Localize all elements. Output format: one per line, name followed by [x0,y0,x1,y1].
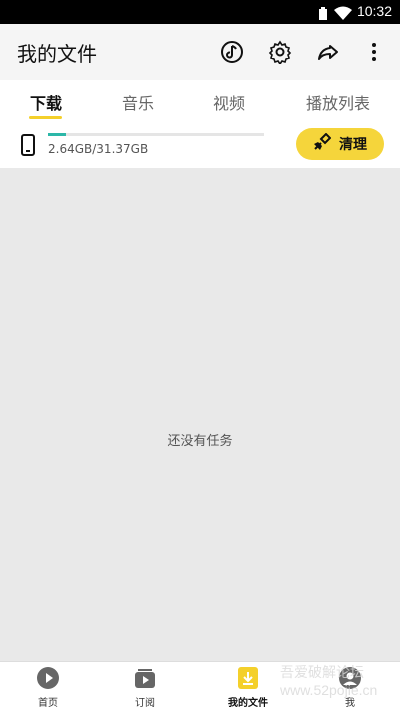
watermark-line1: 吾爱破解论坛 [280,664,364,680]
broom-icon [313,132,332,155]
page-title: 我的文件 [17,42,97,66]
download-file-icon [236,666,260,690]
nav-my-files[interactable]: 我的文件 [218,666,278,709]
status-bar: 10:32 [0,0,400,24]
storage-progress [48,133,264,136]
subscribe-icon [133,666,157,690]
clean-button-label: 清理 [339,137,367,153]
active-tab-indicator [29,116,62,119]
nav-home[interactable]: 首页 [18,666,78,709]
tab-playlist[interactable]: 播放列表 [306,90,370,114]
status-time: 10:32 [356,3,392,19]
wifi-icon [334,5,352,24]
download-list-area: 还没有任务 [0,168,400,661]
watermark-line2: www.52pojie.cn [280,682,378,698]
phone-icon [20,134,36,160]
watermark: 吾爱破解论坛 www.52pojie.cn [280,662,400,710]
nav-home-label: 首页 [38,698,58,709]
more-icon[interactable] [358,36,390,68]
music-icon[interactable] [216,36,248,68]
storage-progress-fill [48,133,67,136]
storage-text: 2.64GB/31.37GB [48,142,149,156]
tab-download[interactable]: 下载 [30,90,62,114]
clean-button[interactable]: 清理 [296,128,384,160]
battery-icon [318,6,328,25]
share-icon[interactable] [312,36,344,68]
nav-subscribe[interactable]: 订阅 [115,666,175,709]
play-circle-icon [36,666,60,690]
app-bar: 我的文件 [0,24,400,80]
empty-state-message: 还没有任务 [167,434,233,449]
tab-video[interactable]: 视频 [213,90,245,114]
nav-subscribe-label: 订阅 [135,698,155,709]
tab-bar: 下载 音乐 视频 播放列表 [0,80,400,124]
tab-music[interactable]: 音乐 [122,90,154,114]
settings-icon[interactable] [264,36,296,68]
nav-my-files-label: 我的文件 [228,698,268,709]
